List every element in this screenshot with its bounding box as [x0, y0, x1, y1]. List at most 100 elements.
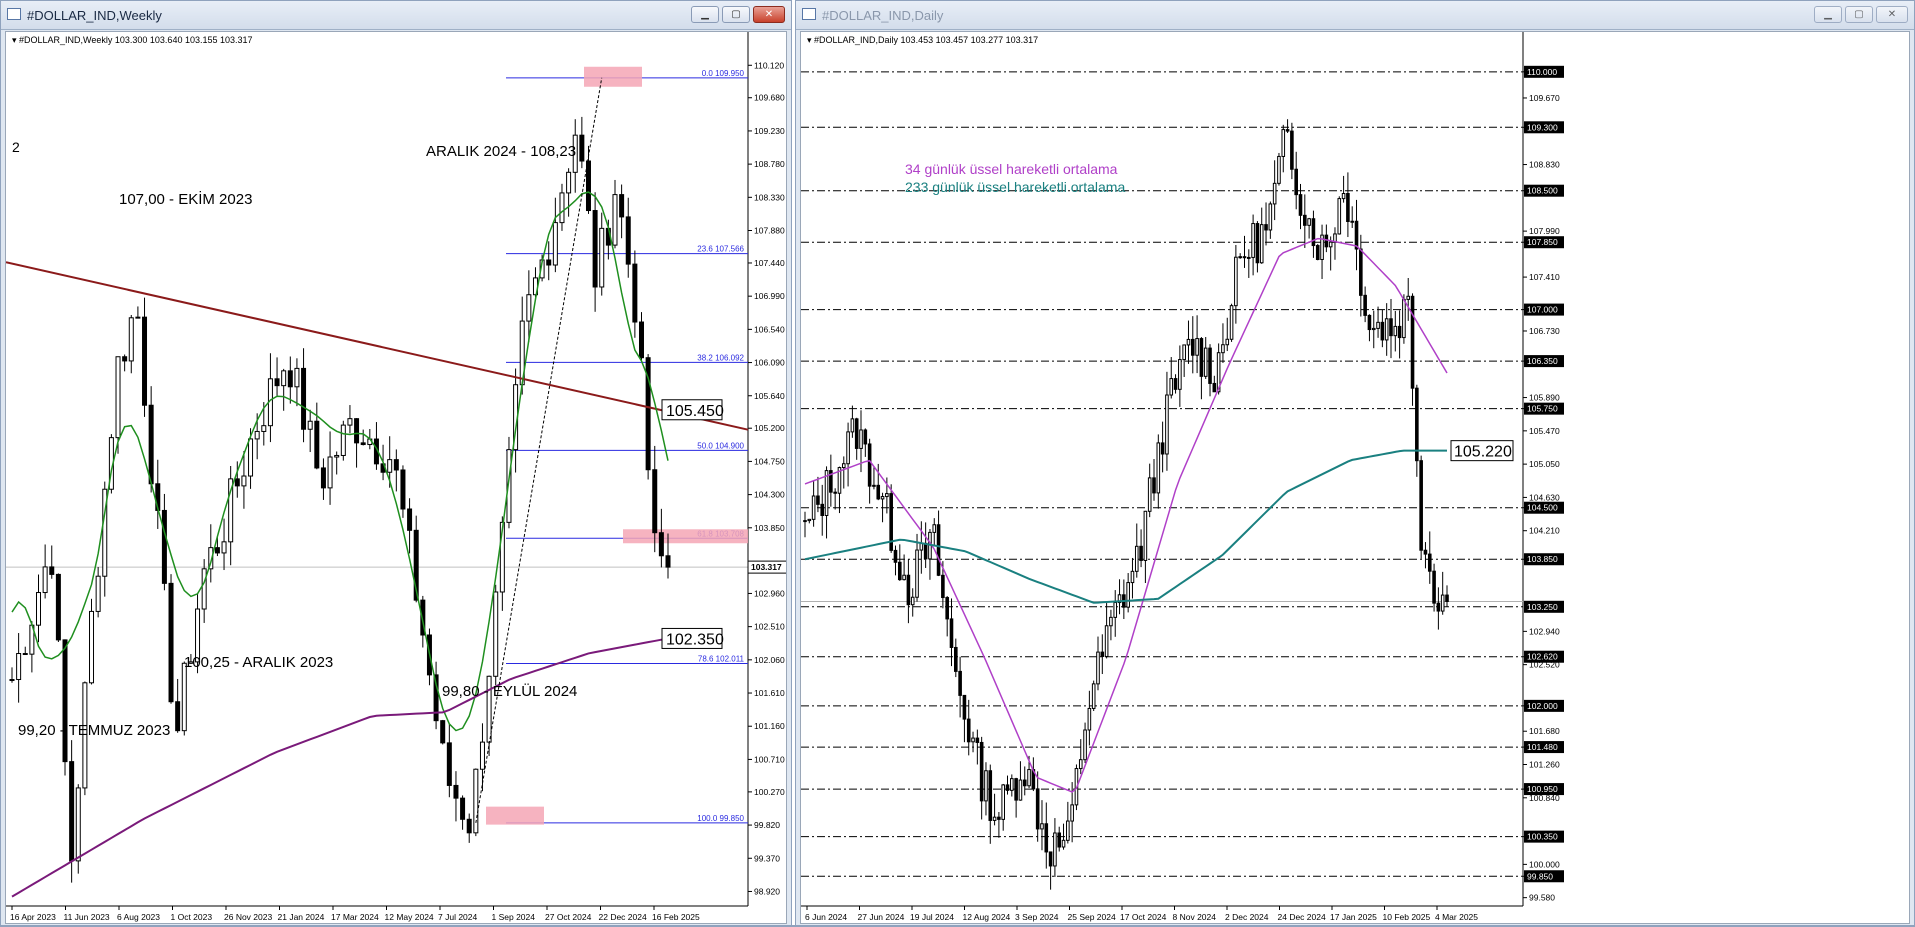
- price-axis-label: 103.850: [754, 523, 785, 533]
- price-axis-label: 100.000: [1529, 859, 1560, 869]
- purple-moving-average: [11, 637, 669, 898]
- bear-candle: [997, 816, 1001, 820]
- maximize-button[interactable]: ▢: [722, 6, 750, 23]
- price-axis-label: 102.510: [754, 622, 785, 632]
- bull-candle: [1281, 129, 1286, 157]
- weekly-chart-area[interactable]: ▾ #DOLLAR_IND,Weekly 103.300 103.640 103…: [5, 31, 787, 924]
- level-price-label: 103.250: [1527, 602, 1558, 612]
- bull-candle: [1221, 344, 1225, 354]
- bear-candle: [49, 566, 55, 575]
- bull-candle: [859, 429, 863, 449]
- price-axis-label: 106.090: [754, 358, 785, 368]
- date-axis-label: 6 Jun 2024: [805, 912, 847, 922]
- bull-candle: [971, 737, 975, 743]
- price-axis-label: 102.960: [754, 588, 785, 598]
- price-axis-label: 100.270: [754, 787, 785, 797]
- bull-candle: [1104, 625, 1109, 657]
- bear-candle: [168, 582, 174, 703]
- bear-candle: [214, 547, 220, 554]
- bull-candle: [493, 591, 499, 677]
- bull-candle: [872, 484, 876, 487]
- bear-candle: [1264, 224, 1268, 231]
- fibonacci-level-label: 100.0 99.850: [697, 814, 744, 823]
- bull-candle: [128, 317, 134, 362]
- bull-candle: [1277, 155, 1281, 184]
- bear-candle: [148, 404, 154, 485]
- bull-candle: [1341, 193, 1346, 200]
- bull-candle: [36, 592, 42, 626]
- symbol-info: ▾ #DOLLAR_IND,Daily 103.453 103.457 103.…: [807, 35, 1038, 45]
- level-price-label: 109.300: [1527, 122, 1558, 132]
- window-titlebar[interactable]: #DOLLAR_IND,Weekly ▁ ▢ ✕: [1, 1, 791, 30]
- bear-candle: [619, 194, 625, 218]
- bull-candle: [1078, 759, 1083, 770]
- date-axis-label: 3 Sep 2024: [1015, 912, 1059, 922]
- minimize-button[interactable]: ▁: [1814, 6, 1842, 23]
- price-axis-label: 101.160: [754, 721, 785, 731]
- weekly-price-chart[interactable]: ▾ #DOLLAR_IND,Weekly 103.300 103.640 103…: [6, 32, 787, 924]
- bear-candle: [22, 653, 28, 656]
- level-price-label: 107.850: [1527, 237, 1558, 247]
- bear-candle: [833, 491, 837, 494]
- date-axis-label: 16 Feb 2025: [652, 912, 700, 922]
- bear-candle: [1044, 823, 1049, 853]
- price-axis-label: 106.540: [754, 324, 785, 334]
- bull-candle: [340, 424, 346, 456]
- bull-candle: [1371, 327, 1376, 331]
- bear-candle: [936, 524, 941, 576]
- bull-candle: [599, 227, 605, 288]
- date-axis-label: 19 Jul 2024: [910, 912, 954, 922]
- price-axis-label: 106.990: [754, 291, 785, 301]
- bear-candle: [1005, 784, 1010, 791]
- maximize-button[interactable]: ▢: [1845, 6, 1873, 23]
- bull-candle: [1027, 769, 1031, 787]
- daily-chart-area[interactable]: ▾ #DOLLAR_IND,Daily 103.453 103.457 103.…: [800, 31, 1910, 924]
- bear-candle: [625, 216, 631, 265]
- price-axis-label: 99.820: [754, 820, 780, 830]
- bull-candle: [1229, 305, 1234, 340]
- bull-candle: [1182, 344, 1186, 361]
- daily-price-chart[interactable]: ▾ #DOLLAR_IND,Daily 103.453 103.457 103.…: [801, 32, 1910, 924]
- bull-candle: [1126, 582, 1130, 608]
- bear-candle: [1190, 338, 1195, 356]
- bear-candle: [954, 646, 958, 672]
- date-axis-label: 1 Oct 2023: [171, 912, 213, 922]
- minimize-button[interactable]: ▁: [691, 6, 719, 23]
- bear-candle: [979, 741, 984, 802]
- bull-candle: [1134, 545, 1139, 572]
- bull-candle: [1130, 570, 1135, 584]
- bear-candle: [274, 378, 280, 387]
- bull-candle: [1113, 602, 1118, 618]
- close-button[interactable]: ✕: [1876, 6, 1908, 23]
- price-axis-label: 102.520: [1529, 660, 1560, 670]
- daily-chart-window[interactable]: #DOLLAR_IND,Daily ▁ ▢ ✕ ▾ #DOLLAR_IND,Da…: [795, 0, 1915, 927]
- bull-candle: [347, 418, 353, 426]
- bull-candle: [261, 425, 267, 432]
- price-axis-label: 104.210: [1529, 526, 1560, 536]
- bear-candle: [863, 429, 868, 445]
- bear-candle: [585, 160, 591, 212]
- price-axis-label: 109.230: [754, 126, 785, 136]
- close-button[interactable]: ✕: [753, 6, 785, 23]
- weekly-chart-window[interactable]: #DOLLAR_IND,Weekly ▁ ▢ ✕ ▾ #DOLLAR_IND,W…: [0, 0, 792, 927]
- bear-candle: [665, 555, 671, 568]
- bear-candle: [1397, 325, 1402, 339]
- bull-candle: [566, 171, 572, 194]
- level-price-label: 105.750: [1527, 404, 1558, 414]
- bear-candle: [975, 737, 980, 743]
- chart-window-icon: [7, 8, 21, 20]
- window-title: #DOLLAR_IND,Daily: [822, 8, 944, 23]
- bull-candle: [612, 194, 618, 246]
- bull-candle: [526, 294, 532, 322]
- bear-candle: [966, 718, 971, 743]
- bull-candle: [932, 524, 937, 533]
- low-zone: [486, 806, 544, 825]
- bear-candle: [62, 639, 68, 763]
- window-titlebar[interactable]: #DOLLAR_IND,Daily ▁ ▢ ✕: [796, 1, 1914, 30]
- bear-candle: [314, 420, 320, 469]
- date-axis-label: 22 Dec 2024: [599, 912, 647, 922]
- price-axis-label: 109.680: [754, 93, 785, 103]
- level-price-label: 104.500: [1527, 503, 1558, 513]
- price-axis-label: 101.680: [1529, 726, 1560, 736]
- symbol-info: ▾ #DOLLAR_IND,Weekly 103.300 103.640 103…: [12, 35, 253, 45]
